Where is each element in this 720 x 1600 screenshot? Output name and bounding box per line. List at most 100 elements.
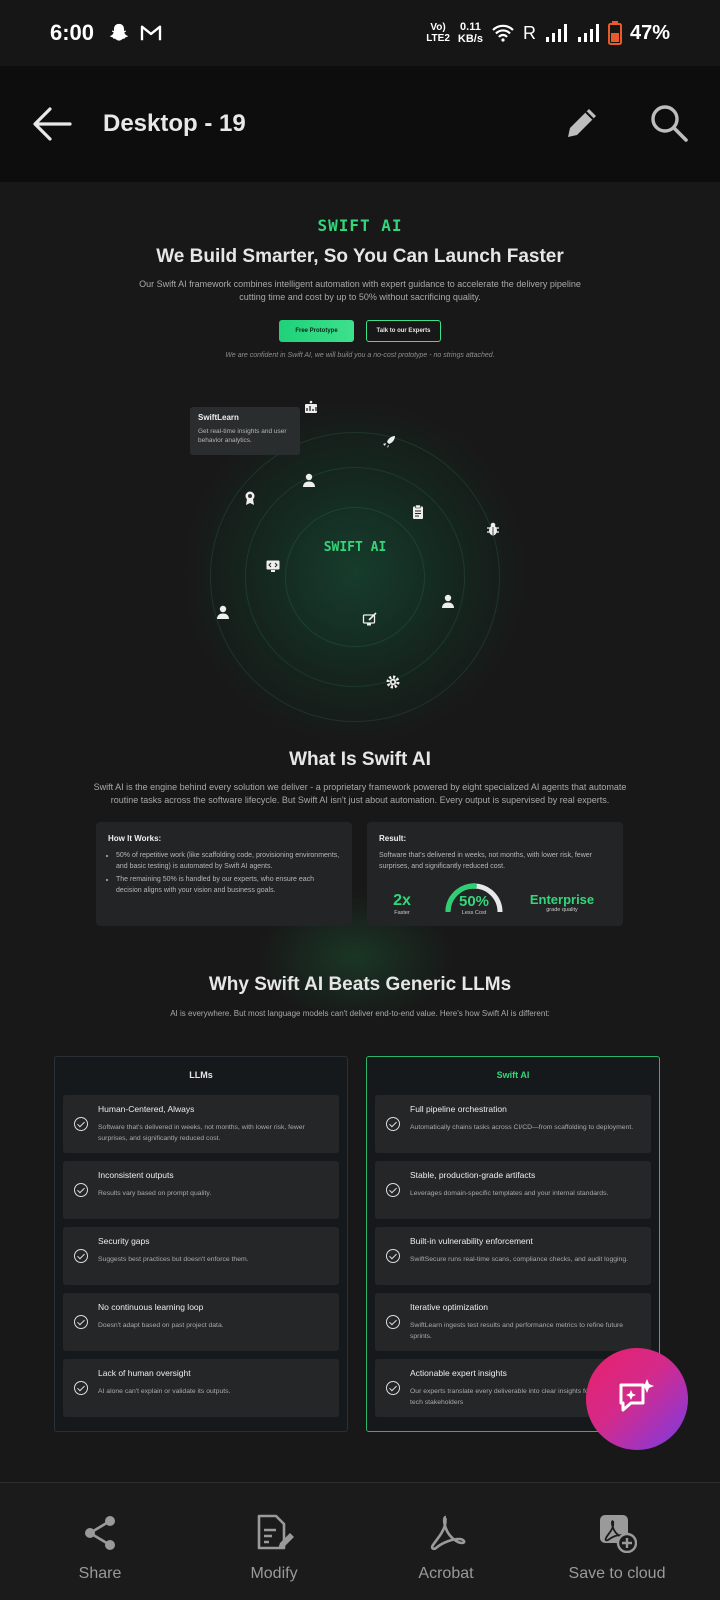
llm-item-text: Results vary based on prompt quality. (98, 1190, 212, 1197)
llm-item-title: No continuous learning loop (98, 1302, 204, 1312)
design-monitor-glyph (362, 612, 377, 626)
llm-item-text: Suggests best practices but doesn't enfo… (98, 1256, 249, 1263)
share-button[interactable]: Share (10, 1483, 190, 1600)
signal-icon-2 (577, 24, 599, 42)
check-icon (74, 1249, 88, 1263)
hero-subtext-2: cutting time and cost by up to 50% witho… (239, 292, 481, 302)
signal-icon (545, 24, 567, 42)
check-icon (386, 1117, 400, 1131)
badge-icon[interactable] (242, 490, 258, 506)
llm-item: No continuous learning loop Doesn't adap… (63, 1293, 339, 1351)
user-icon-1[interactable] (301, 472, 317, 488)
document-viewport[interactable]: SWIFT AI We Build Smarter, So You Can La… (0, 182, 720, 1482)
why-title: Why Swift AI Beats Generic LLMs (208, 974, 512, 995)
stat-faster: 2x Faster (377, 892, 427, 916)
modify-button[interactable]: Modify (184, 1483, 364, 1600)
llm-item-text: AI alone can't explain or validate its o… (98, 1388, 231, 1395)
check-icon (386, 1249, 400, 1263)
hero-subtext-1: Our Swift AI framework combines intellig… (139, 279, 581, 289)
result-card: Result: Software that's delivered in wee… (367, 822, 623, 926)
talk-to-experts-button[interactable]: Talk to our Experts (366, 320, 441, 342)
swift-item-text: Automatically chains tasks across CI/CD—… (410, 1124, 634, 1131)
result-text: Software that's delivered in weeks, not … (379, 852, 592, 870)
swift-item-title: Built-in vulnerability enforcement (410, 1236, 533, 1246)
user-glyph-3 (217, 605, 229, 619)
llm-item-title: Inconsistent outputs (98, 1170, 174, 1180)
save-to-cloud-button[interactable]: Save to cloud (527, 1483, 707, 1600)
status-notification-icons (108, 22, 162, 44)
what-text-2: routine tasks across the software lifecy… (110, 795, 610, 805)
settings-gear-icon[interactable] (385, 674, 401, 690)
save-cloud-icon (600, 1515, 637, 1553)
stat-faster-label: Faster (394, 910, 410, 916)
clipboard-icon[interactable] (410, 504, 426, 520)
clipboard-glyph (413, 504, 423, 519)
swift-item-title: Actionable expert insights (410, 1368, 507, 1378)
bug-icon[interactable] (485, 521, 501, 537)
llm-item-text: Doesn't adapt based on past project data… (98, 1322, 224, 1329)
swift-column-header: Swift AI (496, 1070, 530, 1080)
search-button[interactable] (648, 102, 690, 144)
free-prototype-button[interactable]: Free Prototype (279, 320, 354, 342)
llm-item-text: Software that's delivered in weeks, not … (98, 1124, 305, 1142)
design-monitor-icon[interactable] (362, 611, 378, 627)
swift-item: Built-in vulnerability enforcement Swift… (375, 1227, 651, 1285)
how-it-works-card: How It Works: 50% of repetitive work (li… (96, 822, 352, 926)
modify-label: Modify (250, 1565, 298, 1582)
stat-cost-value: 50% (458, 893, 490, 910)
battery-icon (607, 21, 622, 45)
acrobat-icon (430, 1515, 466, 1551)
how-item-1: 50% of repetitive work (like scaffolding… (116, 850, 340, 872)
llm-item-title: Lack of human oversight (98, 1368, 191, 1378)
swift-item-text: Leverages domain-specific templates and … (410, 1190, 609, 1197)
llm-item: Inconsistent outputs Results vary based … (63, 1161, 339, 1219)
gear-glyph (386, 675, 400, 689)
swift-item-text: SwiftSecure runs real-time scans, compli… (410, 1256, 628, 1263)
app-bar: Desktop - 19 (0, 66, 720, 182)
status-bar: 6:00 Vo) LTE2 0.11 KB/s R 47% (0, 0, 720, 66)
result-title: Result: (379, 834, 407, 843)
edit-button[interactable] (562, 103, 602, 143)
llm-item: Human-Centered, Always Software that's d… (63, 1095, 339, 1153)
check-icon (74, 1117, 88, 1131)
why-subtitle: AI is everywhere. But most language mode… (170, 1009, 550, 1018)
acrobat-label: Acrobat (418, 1565, 474, 1582)
stat-faster-value: 2x (393, 892, 411, 909)
code-monitor-icon[interactable] (265, 558, 281, 574)
swift-item-title: Iterative optimization (410, 1302, 488, 1312)
share-label: Share (78, 1565, 122, 1582)
volte-line2: LTE2 (426, 33, 450, 44)
check-icon (74, 1381, 88, 1395)
what-title: What Is Swift AI (289, 749, 431, 770)
user-icon-3[interactable] (215, 604, 231, 620)
hero-tagline: We are confident in Swift AI, we will bu… (225, 352, 495, 359)
ai-assistant-button[interactable] (586, 1348, 688, 1450)
user-glyph-2 (442, 594, 454, 608)
wifi-icon (492, 24, 514, 42)
snapchat-icon (110, 23, 128, 41)
analytics-icon[interactable] (303, 400, 319, 416)
hero-brand-logo: SWIFT AI (317, 216, 403, 235)
swift-item: Full pipeline orchestration Automaticall… (375, 1095, 651, 1153)
back-arrow-icon (33, 107, 72, 141)
user-icon-2[interactable] (440, 593, 456, 609)
share-icon (85, 1516, 115, 1550)
netspeed-value: 0.11 (460, 21, 481, 33)
volte-line1: Vo) (430, 22, 446, 33)
llm-item-title: Human-Centered, Always (98, 1104, 195, 1114)
rocket-icon[interactable] (381, 434, 397, 450)
netspeed-unit: KB/s (457, 33, 483, 45)
check-icon (386, 1381, 400, 1395)
status-right: Vo) LTE2 0.11 KB/s R 47% (426, 21, 670, 45)
back-button[interactable] (30, 104, 74, 144)
check-icon (74, 1183, 88, 1197)
swift-item: Iterative optimization SwiftLearn ingest… (375, 1293, 651, 1351)
battery-percent: 47% (629, 21, 670, 44)
bug-glyph (487, 522, 499, 536)
what-text-1: Swift AI is the engine behind every solu… (93, 782, 627, 792)
bottom-action-bar: Share Modify Acrobat Save to cloud (0, 1482, 720, 1600)
tooltip-title: SwiftLearn (198, 413, 239, 422)
document-title: Desktop - 19 (103, 110, 246, 137)
badge-glyph (245, 491, 255, 505)
acrobat-button[interactable]: Acrobat (356, 1483, 536, 1600)
